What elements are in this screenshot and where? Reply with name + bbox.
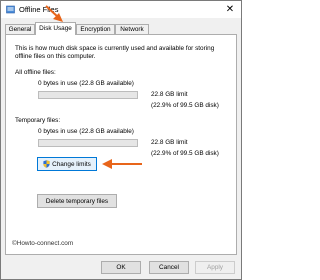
annotation-arrow-icon xyxy=(102,159,142,169)
offline-files-window: Offline Files ✕ General Disk Usage Encry… xyxy=(0,0,242,280)
all-offline-limit-text: 22.8 GB limit xyxy=(151,91,188,98)
uac-shield-icon xyxy=(43,160,50,168)
title-bar[interactable]: Offline Files ✕ xyxy=(1,1,241,18)
disk-usage-panel: This is how much disk space is currently… xyxy=(5,34,237,255)
temporary-usage-text: 0 bytes in use (22.8 GB available) xyxy=(38,128,134,135)
change-limits-label: Change limits xyxy=(52,160,91,168)
close-icon: ✕ xyxy=(225,4,235,15)
all-offline-usage-bar xyxy=(38,91,138,99)
temporary-disk-text: (22.9% of 99.5 GB disk) xyxy=(151,150,219,157)
intro-text-line2: offline files on this computer. xyxy=(15,53,96,60)
intro-text-line1: This is how much disk space is currently… xyxy=(15,45,215,52)
change-limits-button[interactable]: Change limits xyxy=(37,157,97,171)
all-offline-files-heading: All offline files: xyxy=(15,69,56,76)
temporary-limit-text: 22.8 GB limit xyxy=(151,139,188,146)
tab-annotation-arrow-icon xyxy=(45,5,63,22)
tab-disk-usage[interactable]: Disk Usage xyxy=(35,22,76,35)
apply-button[interactable]: Apply xyxy=(195,261,235,274)
delete-temporary-files-button[interactable]: Delete temporary files xyxy=(37,194,117,208)
close-button[interactable]: ✕ xyxy=(219,1,241,18)
all-offline-disk-text: (22.9% of 99.5 GB disk) xyxy=(151,102,219,109)
all-offline-usage-text: 0 bytes in use (22.8 GB available) xyxy=(38,80,134,87)
ok-button[interactable]: OK xyxy=(101,261,141,274)
offline-files-icon xyxy=(6,5,15,14)
tab-strip: General Disk Usage Encryption Network xyxy=(5,22,237,35)
delete-temporary-files-label: Delete temporary files xyxy=(45,197,109,205)
watermark-text: ©Howto-connect.com xyxy=(12,240,74,247)
cancel-button[interactable]: Cancel xyxy=(149,261,189,274)
temporary-usage-bar xyxy=(38,139,138,147)
temporary-files-heading: Temporary files: xyxy=(15,117,61,124)
